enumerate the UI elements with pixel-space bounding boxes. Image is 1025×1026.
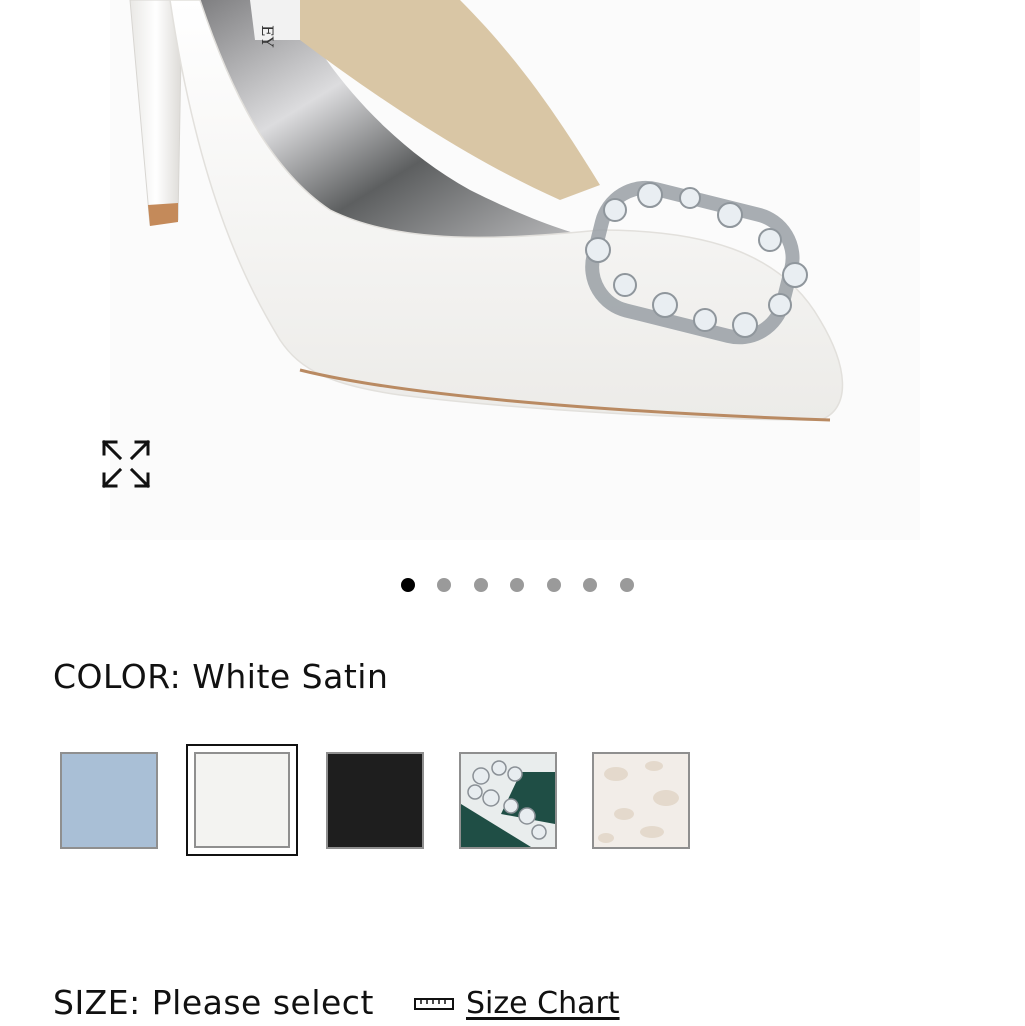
size-heading: SIZE: Please select <box>53 980 374 1026</box>
size-value: Please select <box>151 983 374 1022</box>
size-chart-link[interactable]: Size Chart <box>414 982 620 1026</box>
carousel-dot-1[interactable] <box>401 578 415 592</box>
size-chart-label: Size Chart <box>466 986 620 1021</box>
swatch-white-satin-fill <box>194 752 290 848</box>
color-value: White Satin <box>192 657 389 696</box>
swatch-ivory-floral-lace-fill <box>592 752 690 849</box>
product-image[interactable]: EY <box>0 0 1025 545</box>
size-label: SIZE: <box>53 983 141 1022</box>
carousel-indicator <box>0 576 1025 594</box>
swatch-light-blue-satin-fill <box>60 752 158 849</box>
carousel-dot-4[interactable] <box>510 578 524 592</box>
swatch-emerald-jeweled-fill <box>459 752 557 849</box>
swatch-black-satin[interactable] <box>326 752 424 849</box>
ruler-icon <box>414 998 454 1010</box>
carousel-dot-3[interactable] <box>474 578 488 592</box>
expand-arrows-icon <box>101 439 151 489</box>
swatch-white-satin[interactable] <box>186 744 298 856</box>
swatch-emerald-jeweled[interactable] <box>459 752 557 849</box>
carousel-dot-7[interactable] <box>620 578 634 592</box>
carousel-dot-2[interactable] <box>437 578 451 592</box>
floral-lace-pattern <box>598 761 679 843</box>
svg-text:EY: EY <box>258 25 277 48</box>
swatch-light-blue-satin[interactable] <box>60 752 158 849</box>
color-heading: COLOR: White Satin <box>53 654 388 700</box>
swatch-ivory-floral-lace[interactable] <box>592 752 690 849</box>
swatch-black-satin-fill <box>326 752 424 849</box>
expand-image-button[interactable] <box>96 434 156 494</box>
carousel-dot-5[interactable] <box>547 578 561 592</box>
color-label: COLOR: <box>53 657 182 696</box>
jewel-brooch-icon <box>461 754 555 847</box>
carousel-dot-6[interactable] <box>583 578 597 592</box>
